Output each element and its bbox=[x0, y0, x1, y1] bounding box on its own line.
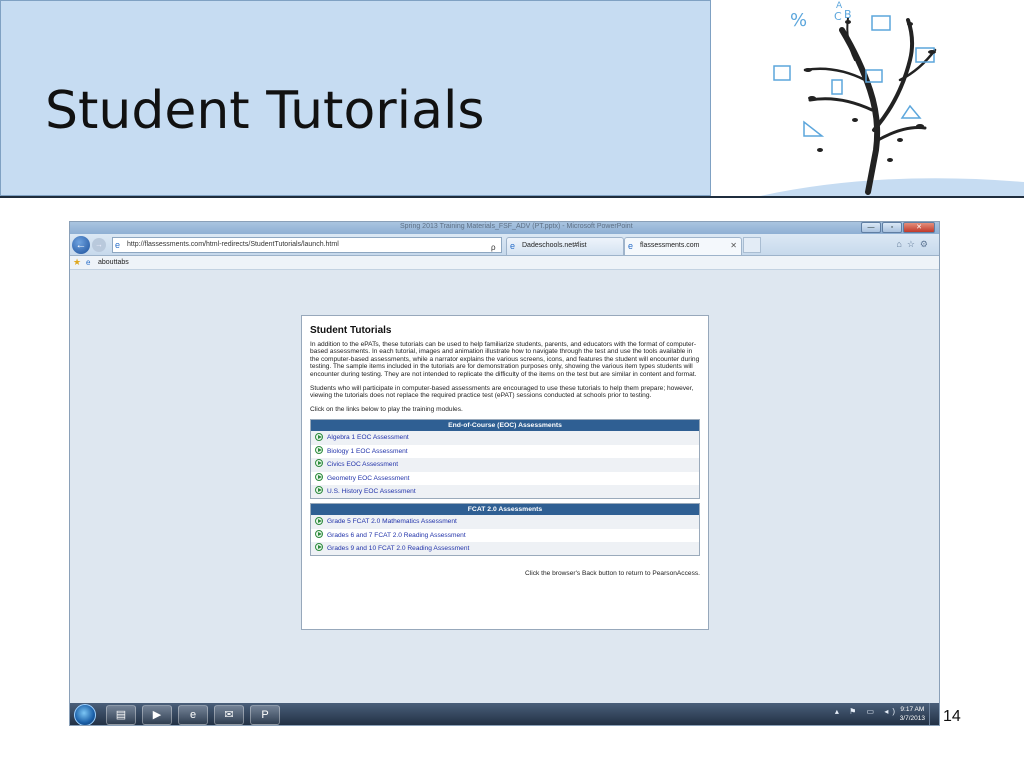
books-icon bbox=[773, 65, 791, 81]
prep-paragraph: Students who will participate in compute… bbox=[310, 384, 694, 400]
favorite-abouttabs[interactable]: abouttabs bbox=[98, 256, 129, 269]
ie-tab-icon: e bbox=[628, 241, 634, 251]
forward-arrow-icon: → bbox=[95, 240, 103, 249]
play-icon bbox=[315, 459, 323, 468]
browser-navbar: ← → e http://flassessments.com/html-redi… bbox=[70, 234, 939, 308]
taskbar-outlook-button[interactable]: ✉ bbox=[214, 705, 244, 725]
tab-dadeschools[interactable]: e Dadeschools.net#list bbox=[506, 237, 624, 255]
slide-title: Student Tutorials bbox=[45, 81, 485, 141]
instruction-paragraph: Click on the links below to play the tra… bbox=[310, 405, 463, 413]
ie-favorite-icon: e bbox=[86, 258, 91, 267]
window-controls: — ▫ ✕ bbox=[861, 222, 935, 233]
folder-icon: ▤ bbox=[115, 709, 127, 721]
letter-c: C bbox=[834, 10, 842, 23]
link-label[interactable]: Grade 5 FCAT 2.0 Mathematics Assessment bbox=[327, 518, 457, 525]
header-divider bbox=[0, 196, 1024, 198]
back-note: Click the browser's Back button to retur… bbox=[525, 570, 700, 578]
back-button[interactable]: ← bbox=[72, 236, 90, 254]
new-tab-button[interactable] bbox=[743, 237, 761, 253]
favorites-star-icon[interactable]: ☆ bbox=[907, 239, 920, 249]
window-title: Spring 2013 Training Materials_FSF_ADV (… bbox=[400, 223, 633, 230]
powerpoint-icon: P bbox=[261, 709, 269, 721]
fcat-table-heading: FCAT 2.0 Assessments bbox=[311, 504, 699, 516]
play-icon bbox=[315, 472, 323, 481]
tutorial-link[interactable]: Geometry EOC Assessment bbox=[311, 472, 699, 485]
ie-icon: e bbox=[189, 709, 197, 721]
fcat-table: FCAT 2.0 Assessments Grade 5 FCAT 2.0 Ma… bbox=[310, 503, 700, 557]
browser-screenshot: Spring 2013 Training Materials_FSF_ADV (… bbox=[69, 221, 940, 726]
home-icon[interactable]: ⌂ bbox=[896, 239, 906, 249]
tutorial-link[interactable]: Grades 6 and 7 FCAT 2.0 Reading Assessme… bbox=[311, 529, 699, 542]
taskbar-powerpoint-button[interactable]: P bbox=[250, 705, 280, 725]
favorites-star-icon[interactable]: ★ bbox=[73, 256, 81, 269]
page-content: Student Tutorials In addition to the ePA… bbox=[70, 270, 939, 703]
panel-heading: Student Tutorials bbox=[310, 325, 392, 336]
eoc-link-list: Algebra 1 EOC Assessment Biology 1 EOC A… bbox=[311, 431, 699, 499]
address-url: http://flassessments.com/html-redirects/… bbox=[127, 241, 339, 248]
play-icon bbox=[315, 529, 323, 538]
play-icon bbox=[315, 543, 323, 552]
back-arrow-icon: ← bbox=[75, 239, 87, 251]
tree-illustration: % A C B bbox=[760, 1, 1024, 196]
link-label[interactable]: Civics EOC Assessment bbox=[327, 461, 398, 468]
gear-icon[interactable]: ⚙ bbox=[920, 239, 933, 249]
tutorial-link[interactable]: Algebra 1 EOC Assessment bbox=[311, 431, 699, 445]
forward-button[interactable]: → bbox=[92, 238, 106, 252]
maximize-button[interactable]: ▫ bbox=[882, 222, 902, 233]
tutorial-link[interactable]: Grade 5 FCAT 2.0 Mathematics Assessment bbox=[311, 515, 699, 529]
taskbar-ie-button[interactable]: e bbox=[178, 705, 208, 725]
tutorial-link[interactable]: Grades 9 and 10 FCAT 2.0 Reading Assessm… bbox=[311, 542, 699, 556]
monitor-icon bbox=[871, 15, 891, 31]
play-icon bbox=[315, 516, 323, 525]
tab-close-icon[interactable]: ✕ bbox=[730, 238, 737, 254]
close-window-button[interactable]: ✕ bbox=[903, 222, 935, 233]
fcat-link-list: Grade 5 FCAT 2.0 Mathematics Assessment … bbox=[311, 515, 699, 556]
system-tray[interactable]: ▴ ⚑ ▭ ◂) bbox=[835, 707, 899, 716]
ie-page-icon: e bbox=[115, 240, 121, 250]
play-icon bbox=[315, 432, 323, 441]
show-desktop-button[interactable] bbox=[929, 703, 939, 725]
link-label[interactable]: Biology 1 EOC Assessment bbox=[327, 448, 408, 455]
clock-date: 3/7/2013 bbox=[899, 715, 925, 722]
eoc-table-heading: End-of-Course (EOC) Assessments bbox=[311, 420, 699, 432]
compass-icon bbox=[900, 104, 922, 119]
browser-toolbar-icons: ⌂☆⚙ bbox=[896, 239, 933, 250]
play-icon bbox=[315, 486, 323, 495]
letter-b: B bbox=[844, 8, 852, 21]
calculator-icon bbox=[831, 79, 843, 95]
percent-symbol: % bbox=[790, 10, 807, 31]
link-label[interactable]: Algebra 1 EOC Assessment bbox=[327, 434, 409, 441]
taskbar-explorer-button[interactable]: ▤ bbox=[106, 705, 136, 725]
play-icon bbox=[315, 445, 323, 454]
tab-label: flassessments.com bbox=[640, 242, 700, 249]
address-bar[interactable]: e http://flassessments.com/html-redirect… bbox=[112, 237, 502, 308]
outlook-icon: ✉ bbox=[224, 709, 234, 721]
taskbar-media-button[interactable]: ▶ bbox=[142, 705, 172, 725]
title-box: Student Tutorials bbox=[0, 0, 711, 196]
tutorial-link[interactable]: Civics EOC Assessment bbox=[311, 458, 699, 472]
slide-page-number: 14 bbox=[943, 708, 961, 725]
tutorial-link[interactable]: U.S. History EOC Assessment bbox=[311, 484, 699, 499]
link-label[interactable]: Grades 9 and 10 FCAT 2.0 Reading Assessm… bbox=[327, 545, 469, 552]
link-label[interactable]: Grades 6 and 7 FCAT 2.0 Reading Assessme… bbox=[327, 532, 466, 539]
triangle-ruler-icon bbox=[803, 120, 825, 137]
intro-paragraph: In addition to the ePATs, these tutorial… bbox=[310, 340, 700, 378]
slide-header: Student Tutorials % A C B bbox=[0, 0, 1024, 198]
tutorials-panel: Student Tutorials In addition to the ePA… bbox=[301, 315, 709, 630]
eoc-table: End-of-Course (EOC) Assessments Algebra … bbox=[310, 419, 700, 500]
window-titlebar: Spring 2013 Training Materials_FSF_ADV (… bbox=[70, 222, 939, 234]
clock-time: 9:17 AM bbox=[900, 706, 925, 713]
start-button[interactable] bbox=[74, 704, 96, 725]
tab-flassessments[interactable]: e flassessments.com ✕ bbox=[624, 237, 742, 255]
minimize-button[interactable]: — bbox=[861, 222, 881, 233]
tab-label: Dadeschools.net#list bbox=[522, 242, 587, 249]
ie-tab-icon: e bbox=[510, 241, 516, 251]
taskbar-clock[interactable]: 9:17 AM 3/7/2013 bbox=[900, 705, 925, 723]
favorites-bar: ★ e abouttabs bbox=[70, 256, 939, 270]
media-player-icon: ▶ bbox=[152, 709, 162, 721]
link-label[interactable]: Geometry EOC Assessment bbox=[327, 475, 409, 482]
windows-taskbar: ▤ ▶ e ✉ P ▴ ⚑ ▭ ◂) 9:17 AM 3/7/2013 bbox=[70, 703, 939, 725]
link-label[interactable]: U.S. History EOC Assessment bbox=[327, 488, 416, 495]
tutorial-link[interactable]: Biology 1 EOC Assessment bbox=[311, 445, 699, 458]
